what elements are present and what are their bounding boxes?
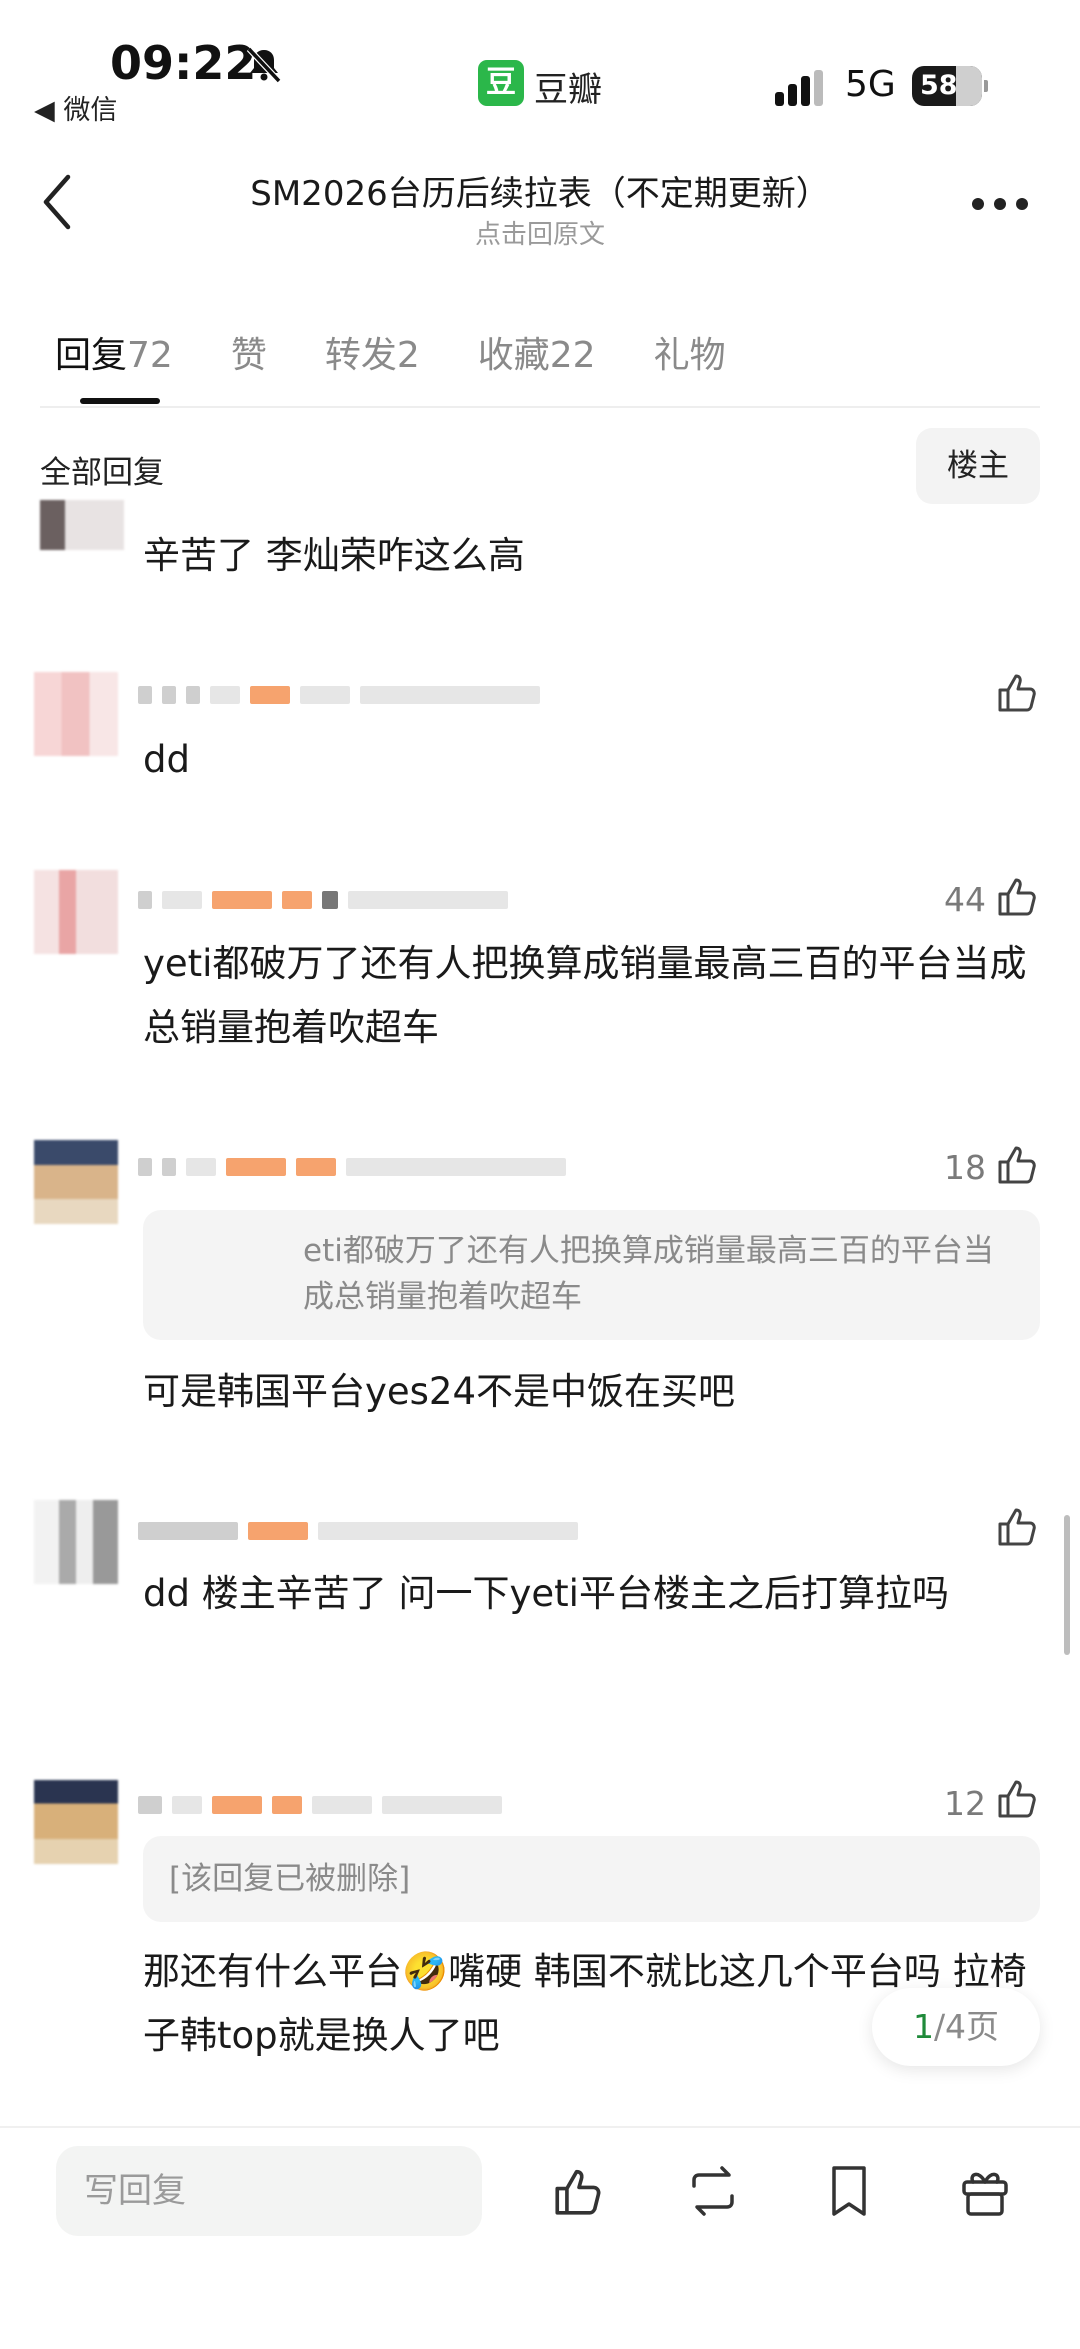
tab-count: 72	[127, 335, 173, 376]
avatar[interactable]	[34, 1780, 118, 1864]
username-redacted	[138, 1516, 578, 1546]
thumbs-up-icon[interactable]	[994, 668, 1042, 716]
tab-replies[interactable]: 回复72	[55, 326, 173, 386]
more-icon[interactable]	[970, 196, 1030, 212]
tab-count: 22	[549, 335, 596, 376]
thumbs-up-icon[interactable]	[550, 2162, 608, 2220]
tab-label: 转发	[324, 335, 397, 376]
quoted-reply[interactable]: [该回复已被删除]	[143, 1836, 1040, 1922]
comment-text: dd 楼主辛苦了 问一下yeti平台楼主之后打算拉吗	[143, 1572, 949, 1615]
status-time: 09:22	[110, 36, 257, 90]
back-to-original-link[interactable]: 点击回原文	[130, 214, 950, 251]
app-name: 豆瓣	[534, 70, 602, 110]
tab-bar: 回复72 赞 转发2 收藏22 礼物	[55, 326, 784, 386]
tab-collections[interactable]: 收藏22	[478, 326, 596, 386]
tab-likes[interactable]: 赞	[231, 326, 267, 386]
quoted-text: eti都破万了还有人把换算成销量最高三百的平台当成总销量抱着吹超车	[303, 1233, 994, 1315]
tab-label: 赞	[230, 335, 267, 376]
comment-text: 可是韩国平台yes24不是中饭在买吧	[143, 1370, 736, 1413]
scrollbar[interactable]	[1064, 1515, 1070, 1655]
thumbs-up-icon[interactable]	[994, 1140, 1042, 1188]
username-redacted	[138, 1152, 566, 1182]
comment-text: dd	[143, 738, 190, 781]
like-count: 44	[944, 880, 986, 919]
thumbs-up-icon[interactable]	[994, 872, 1042, 920]
page-indicator[interactable]: 1/4页	[872, 1988, 1040, 2066]
tab-label: 回复	[55, 335, 128, 376]
username-redacted	[138, 885, 508, 915]
bookmark-icon[interactable]	[820, 2162, 878, 2220]
thumbs-up-icon[interactable]	[994, 1502, 1042, 1550]
repost-icon[interactable]	[684, 2162, 742, 2220]
avatar[interactable]	[34, 672, 118, 756]
username-redacted	[138, 680, 540, 710]
total-pages: /4页	[933, 2007, 1000, 2046]
tab-gifts[interactable]: 礼物	[654, 326, 726, 386]
tab-count: 2	[396, 335, 420, 376]
gift-icon[interactable]	[956, 2162, 1014, 2220]
tab-label: 收藏	[477, 335, 550, 376]
active-tab-indicator	[80, 398, 160, 404]
like-count: 18	[944, 1148, 986, 1187]
page-title[interactable]: SM2026台历后续拉表（不定期更新）	[130, 166, 950, 215]
signal-icon	[775, 70, 823, 106]
like-count: 12	[944, 1784, 986, 1823]
all-replies-label: 全部回复	[40, 455, 164, 491]
avatar[interactable]	[34, 1140, 118, 1224]
reply-input[interactable]: 写回复	[56, 2146, 482, 2236]
chevron-left-icon[interactable]	[38, 172, 78, 232]
battery-icon: 58	[912, 66, 982, 106]
comment-text: yeti都破万了还有人把换算成销量最高三百的平台当成总销量抱着吹超车	[143, 942, 1027, 1049]
network-type: 5G	[845, 64, 896, 105]
tab-label: 礼物	[653, 335, 726, 376]
quoted-text: [该回复已被删除]	[169, 1861, 411, 1897]
divider	[40, 406, 1040, 408]
thumbs-up-icon[interactable]	[994, 1774, 1042, 1822]
quoted-reply[interactable]: eti都破万了还有人把换算成销量最高三百的平台当成总销量抱着吹超车	[143, 1210, 1040, 1340]
mute-bell-icon	[246, 46, 282, 84]
comment-text: 辛苦了 李灿荣咋这么高	[143, 534, 525, 577]
divider	[0, 2126, 1080, 2128]
avatar[interactable]	[40, 500, 124, 550]
tab-reposts[interactable]: 转发2	[325, 326, 420, 386]
avatar[interactable]	[34, 870, 118, 954]
op-only-button[interactable]: 楼主	[916, 428, 1040, 504]
douban-logo-icon: 豆	[478, 60, 524, 106]
back-to-wechat[interactable]: ◀ 微信	[34, 88, 117, 127]
avatar[interactable]	[34, 1500, 118, 1584]
battery-tip	[984, 80, 988, 92]
username-redacted	[138, 1790, 502, 1820]
battery-level: 58	[920, 70, 958, 101]
current-page: 1	[912, 2007, 934, 2046]
